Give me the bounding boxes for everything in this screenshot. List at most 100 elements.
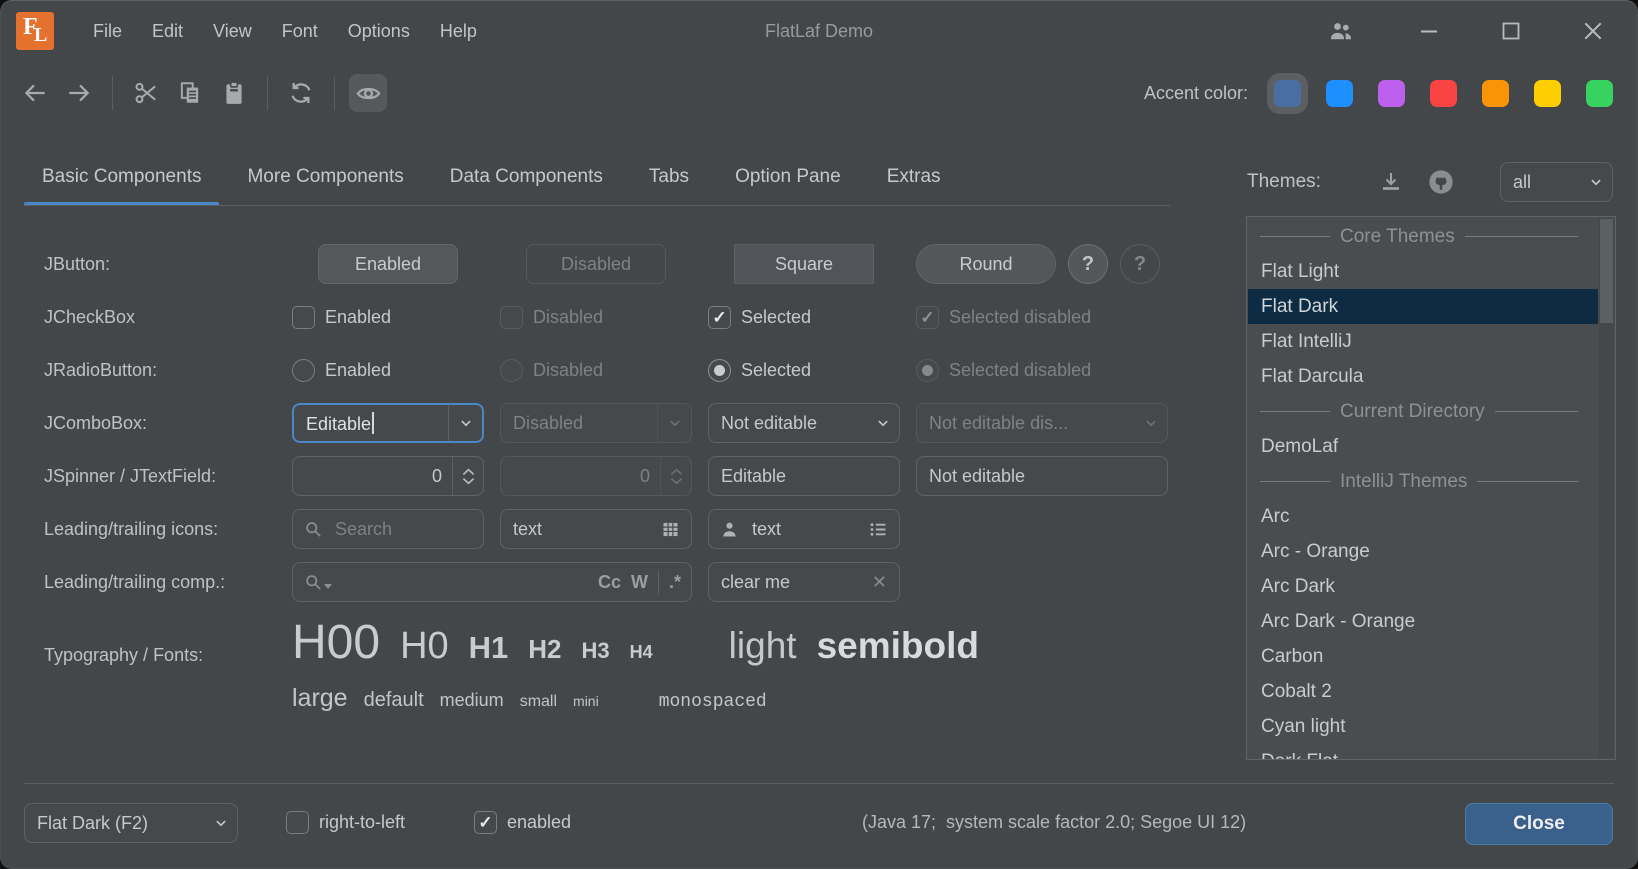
accent-color-picker: Accent color:: [1144, 62, 1613, 124]
theme-item-flat-darcula[interactable]: Flat Darcula: [1248, 359, 1598, 394]
laf-selector-combobox[interactable]: Flat Dark (F2): [24, 803, 238, 843]
search-field[interactable]: [292, 509, 484, 549]
back-button[interactable]: [16, 74, 54, 112]
square-button[interactable]: Square: [734, 244, 874, 284]
textfield-editable[interactable]: [708, 456, 900, 496]
cut-button[interactable]: [127, 74, 165, 112]
accent-swatch-green[interactable]: [1586, 80, 1613, 107]
search-input[interactable]: [323, 519, 483, 540]
clear-icon[interactable]: ✕: [872, 572, 887, 593]
close-button[interactable]: Close: [1465, 803, 1613, 845]
chevron-down-icon: [866, 414, 899, 432]
theme-item-arc-dark-orange[interactable]: Arc Dark - Orange: [1248, 604, 1598, 639]
accent-swatch-default[interactable]: [1274, 80, 1301, 107]
menu-help[interactable]: Help: [425, 0, 492, 62]
clearable-input[interactable]: [709, 572, 872, 593]
checkbox-selected-disabled: Selected disabled: [916, 306, 1168, 329]
jspinner-label: JSpinner / JTextField:: [44, 466, 276, 487]
theme-item-cobalt-2[interactable]: Cobalt 2: [1248, 674, 1598, 709]
chevron-down-icon[interactable]: [449, 414, 482, 432]
theme-item-dark-flat[interactable]: Dark Flat: [1248, 744, 1598, 760]
menu-file[interactable]: File: [78, 0, 137, 62]
jcombobox-label: JComboBox:: [44, 413, 276, 434]
list-icon[interactable]: [868, 519, 889, 540]
minimize-button[interactable]: [1416, 18, 1442, 44]
checkbox-checked-icon: [916, 306, 939, 329]
download-icon[interactable]: [1373, 164, 1409, 200]
clearable-field[interactable]: ✕: [708, 562, 900, 602]
tab-extras[interactable]: Extras: [869, 152, 959, 206]
theme-item-cyan-light[interactable]: Cyan light: [1248, 709, 1598, 744]
theme-item-flat-intellij[interactable]: Flat IntelliJ: [1248, 324, 1598, 359]
whole-words-button[interactable]: W: [631, 572, 648, 593]
menu-edit[interactable]: Edit: [137, 0, 198, 62]
theme-group-separator: Current Directory: [1248, 394, 1598, 429]
textfield-editable-input[interactable]: [709, 466, 899, 487]
checkbox-selected[interactable]: Selected: [708, 306, 900, 329]
menu-view[interactable]: View: [198, 0, 267, 62]
close-window-button[interactable]: [1580, 18, 1606, 44]
accent-swatch-yellow[interactable]: [1534, 80, 1561, 107]
users-icon[interactable]: [1328, 18, 1354, 44]
spinner-disabled: 0: [500, 456, 692, 496]
theme-item-arc-dark[interactable]: Arc Dark: [1248, 569, 1598, 604]
checkbox-enabled[interactable]: Enabled: [292, 306, 484, 329]
large-sample: large: [292, 684, 348, 713]
theme-item-carbon[interactable]: Carbon: [1248, 639, 1598, 674]
menu-font[interactable]: Font: [267, 0, 333, 62]
menu-options[interactable]: Options: [333, 0, 425, 62]
text-field-user-list[interactable]: [708, 509, 900, 549]
copy-button[interactable]: [171, 74, 209, 112]
spinner-enabled[interactable]: 0: [292, 456, 484, 496]
accent-swatch-blue[interactable]: [1326, 80, 1353, 107]
spinner-arrows-icon[interactable]: [453, 468, 483, 485]
forward-button[interactable]: [60, 74, 98, 112]
enabled-checkbox[interactable]: enabled: [474, 811, 571, 834]
maximize-button[interactable]: [1498, 18, 1524, 44]
text-input[interactable]: [740, 519, 868, 540]
checkbox-icon: [500, 306, 523, 329]
search-comp-input[interactable]: [332, 572, 598, 593]
paste-button[interactable]: [215, 74, 253, 112]
theme-item-demolaf[interactable]: DemoLaf: [1248, 429, 1598, 464]
theme-item-flat-dark[interactable]: Flat Dark: [1248, 289, 1598, 324]
github-icon[interactable]: [1423, 164, 1459, 200]
match-case-button[interactable]: Cc: [598, 572, 621, 593]
textfield-not-editable: [916, 456, 1168, 496]
tab-basic-components[interactable]: Basic Components: [24, 152, 219, 206]
search-with-dropdown-icon[interactable]: [303, 572, 332, 592]
theme-item-arc-orange[interactable]: Arc - Orange: [1248, 534, 1598, 569]
right-to-left-checkbox[interactable]: right-to-left: [286, 811, 405, 834]
help-button[interactable]: ?: [1068, 244, 1108, 284]
themes-scrollbar[interactable]: [1599, 218, 1614, 758]
radio-enabled[interactable]: Enabled: [292, 359, 484, 382]
regex-button[interactable]: .*: [669, 572, 681, 593]
accent-swatch-orange[interactable]: [1482, 80, 1509, 107]
text-field-table[interactable]: [500, 509, 692, 549]
text-input[interactable]: [501, 519, 660, 540]
show-hover-eye-toggle[interactable]: [349, 74, 387, 112]
flatlaf-logo: FL: [16, 12, 54, 50]
search-field-with-buttons[interactable]: Cc W .*: [292, 562, 692, 602]
small-sample: small: [520, 693, 557, 711]
h3-sample: H3: [582, 638, 610, 664]
round-button[interactable]: Round: [916, 244, 1056, 284]
scrollbar-thumb[interactable]: [1600, 219, 1613, 323]
theme-item-arc[interactable]: Arc: [1248, 499, 1598, 534]
enabled-button[interactable]: Enabled: [318, 244, 458, 284]
tab-more-components[interactable]: More Components: [229, 152, 421, 206]
refresh-button[interactable]: [282, 74, 320, 112]
combobox-editable[interactable]: Editable: [292, 403, 484, 443]
tab-data-components[interactable]: Data Components: [432, 152, 621, 206]
tab-option-pane[interactable]: Option Pane: [717, 152, 859, 206]
radio-disabled: Disabled: [500, 359, 692, 382]
tab-tabs[interactable]: Tabs: [631, 152, 707, 206]
combobox-not-editable[interactable]: Not editable: [708, 403, 900, 443]
radio-selected[interactable]: Selected: [708, 359, 900, 382]
flags-separator: [658, 570, 659, 594]
theme-item-flat-light[interactable]: Flat Light: [1248, 254, 1598, 289]
accent-swatch-red[interactable]: [1430, 80, 1457, 107]
disabled-button: Disabled: [526, 244, 666, 284]
accent-swatch-purple[interactable]: [1378, 80, 1405, 107]
themes-filter-combobox[interactable]: all: [1500, 162, 1613, 202]
